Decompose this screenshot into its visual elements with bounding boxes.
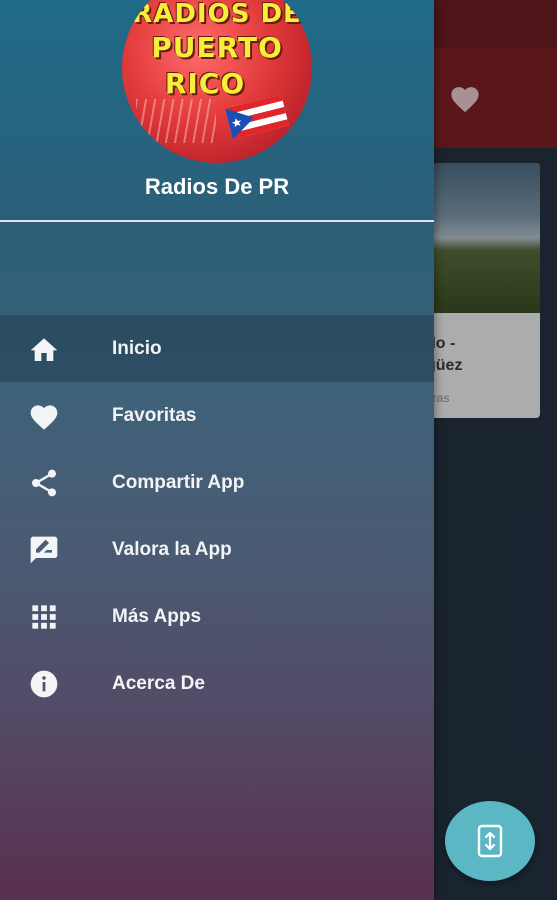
heart-icon — [27, 399, 61, 433]
drawer-header: RADIOS DE PUERTO RICO Radios De PR — [0, 0, 434, 222]
scrim[interactable] — [434, 0, 557, 900]
logo-text-line2: PUERTO — [151, 31, 283, 64]
share-icon — [27, 466, 61, 500]
menu-label-valora-la-app: Valora la App — [112, 538, 232, 560]
menu-item-mas-apps[interactable]: Más Apps — [0, 583, 434, 650]
swap-vertical-icon — [477, 824, 503, 858]
menu-item-compartir-app[interactable]: Compartir App — [0, 449, 434, 516]
home-icon — [27, 332, 61, 366]
logo-text-line1: RADIOS DE — [132, 0, 302, 29]
apps-grid-icon — [27, 600, 61, 634]
app-logo: RADIOS DE PUERTO RICO — [122, 0, 312, 163]
info-icon — [27, 667, 61, 701]
app-name: Radios De PR — [144, 174, 290, 199]
menu-item-acerca-de[interactable]: Acerca De — [0, 650, 434, 717]
menu-item-valora-la-app[interactable]: Valora la App — [0, 516, 434, 583]
menu-item-inicio[interactable]: Inicio — [0, 315, 434, 382]
menu-label-inicio: Inicio — [112, 337, 162, 359]
drawer-menu: Inicio Favoritas Compartir App Valora la… — [0, 315, 434, 717]
expand-fab-button[interactable] — [445, 801, 535, 881]
menu-label-favoritas: Favoritas — [112, 404, 197, 426]
menu-label-compartir-app: Compartir App — [112, 471, 245, 493]
menu-item-favoritas[interactable]: Favoritas — [0, 382, 434, 449]
navigation-drawer: RADIOS DE PUERTO RICO Radios De PR Inici… — [0, 0, 434, 900]
logo-decoration — [136, 99, 216, 143]
menu-label-acerca-de: Acerca De — [112, 672, 205, 694]
rate-review-icon — [27, 533, 61, 567]
logo-text-line3: RICO — [164, 67, 246, 100]
menu-label-mas-apps: Más Apps — [112, 605, 202, 627]
puerto-rico-flag-icon — [224, 94, 290, 140]
